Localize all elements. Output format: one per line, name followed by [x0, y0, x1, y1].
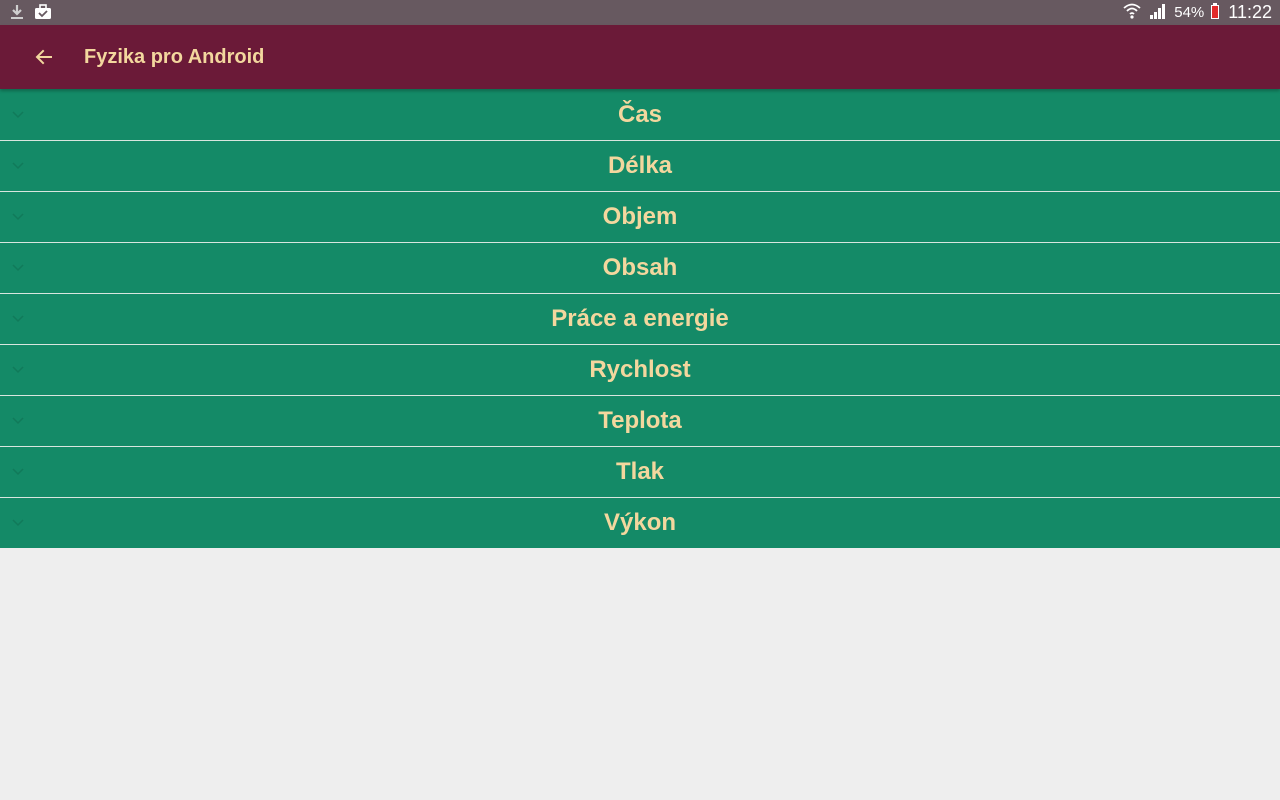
list-item-label: Délka	[607, 152, 673, 179]
chevron-down-icon	[12, 519, 24, 527]
arrow-back-icon	[35, 49, 52, 65]
list-item-label: Tlak	[615, 458, 665, 485]
list-item[interactable]: Výkon	[0, 497, 1280, 548]
list-item[interactable]: Tlak	[0, 446, 1280, 497]
battery-percent: 54%	[1174, 4, 1205, 21]
chevron-down-icon	[12, 315, 24, 323]
chevron-down-icon	[12, 110, 24, 118]
list-item[interactable]: Obsah	[0, 242, 1280, 293]
list-item-label: Čas	[617, 100, 663, 128]
page-title: Fyzika pro Android	[84, 46, 265, 68]
list-item[interactable]: Teplota	[0, 395, 1280, 446]
list-item-label: Rychlost	[589, 356, 691, 383]
chevron-down-icon	[12, 417, 24, 425]
list-item-label: Práce a energie	[551, 305, 729, 332]
chevron-down-icon	[12, 162, 24, 170]
chevron-down-icon	[12, 366, 24, 374]
chevron-down-icon	[12, 468, 24, 476]
list-item-label: Teplota	[598, 407, 682, 434]
battery-icon	[1210, 2, 1220, 24]
briefcase-icon	[34, 3, 52, 26]
status-bar: 54% 11:22	[0, 0, 1280, 25]
list-item[interactable]: Délka	[0, 140, 1280, 191]
list-item-label: Obsah	[602, 254, 678, 281]
wifi-icon	[1122, 2, 1142, 24]
status-clock: 11:22	[1228, 2, 1272, 22]
category-list: Čas Délka Objem Obsah Práce a energie Ry…	[0, 89, 1280, 548]
status-right-icons: 54% 11:22	[1122, 0, 1272, 25]
signal-icon	[1148, 2, 1168, 24]
list-item[interactable]: Rychlost	[0, 344, 1280, 395]
list-item[interactable]: Čas	[0, 89, 1280, 140]
chevron-down-icon	[12, 264, 24, 272]
app-bar: Fyzika pro Android	[0, 25, 1280, 89]
list-item[interactable]: Objem	[0, 191, 1280, 242]
list-item-label: Výkon	[603, 509, 677, 536]
list-item[interactable]: Práce a energie	[0, 293, 1280, 344]
list-item-label: Objem	[602, 203, 678, 230]
chevron-down-icon	[12, 213, 24, 221]
back-button[interactable]	[24, 37, 64, 77]
status-left-icons	[8, 3, 52, 26]
download-icon	[8, 3, 26, 26]
